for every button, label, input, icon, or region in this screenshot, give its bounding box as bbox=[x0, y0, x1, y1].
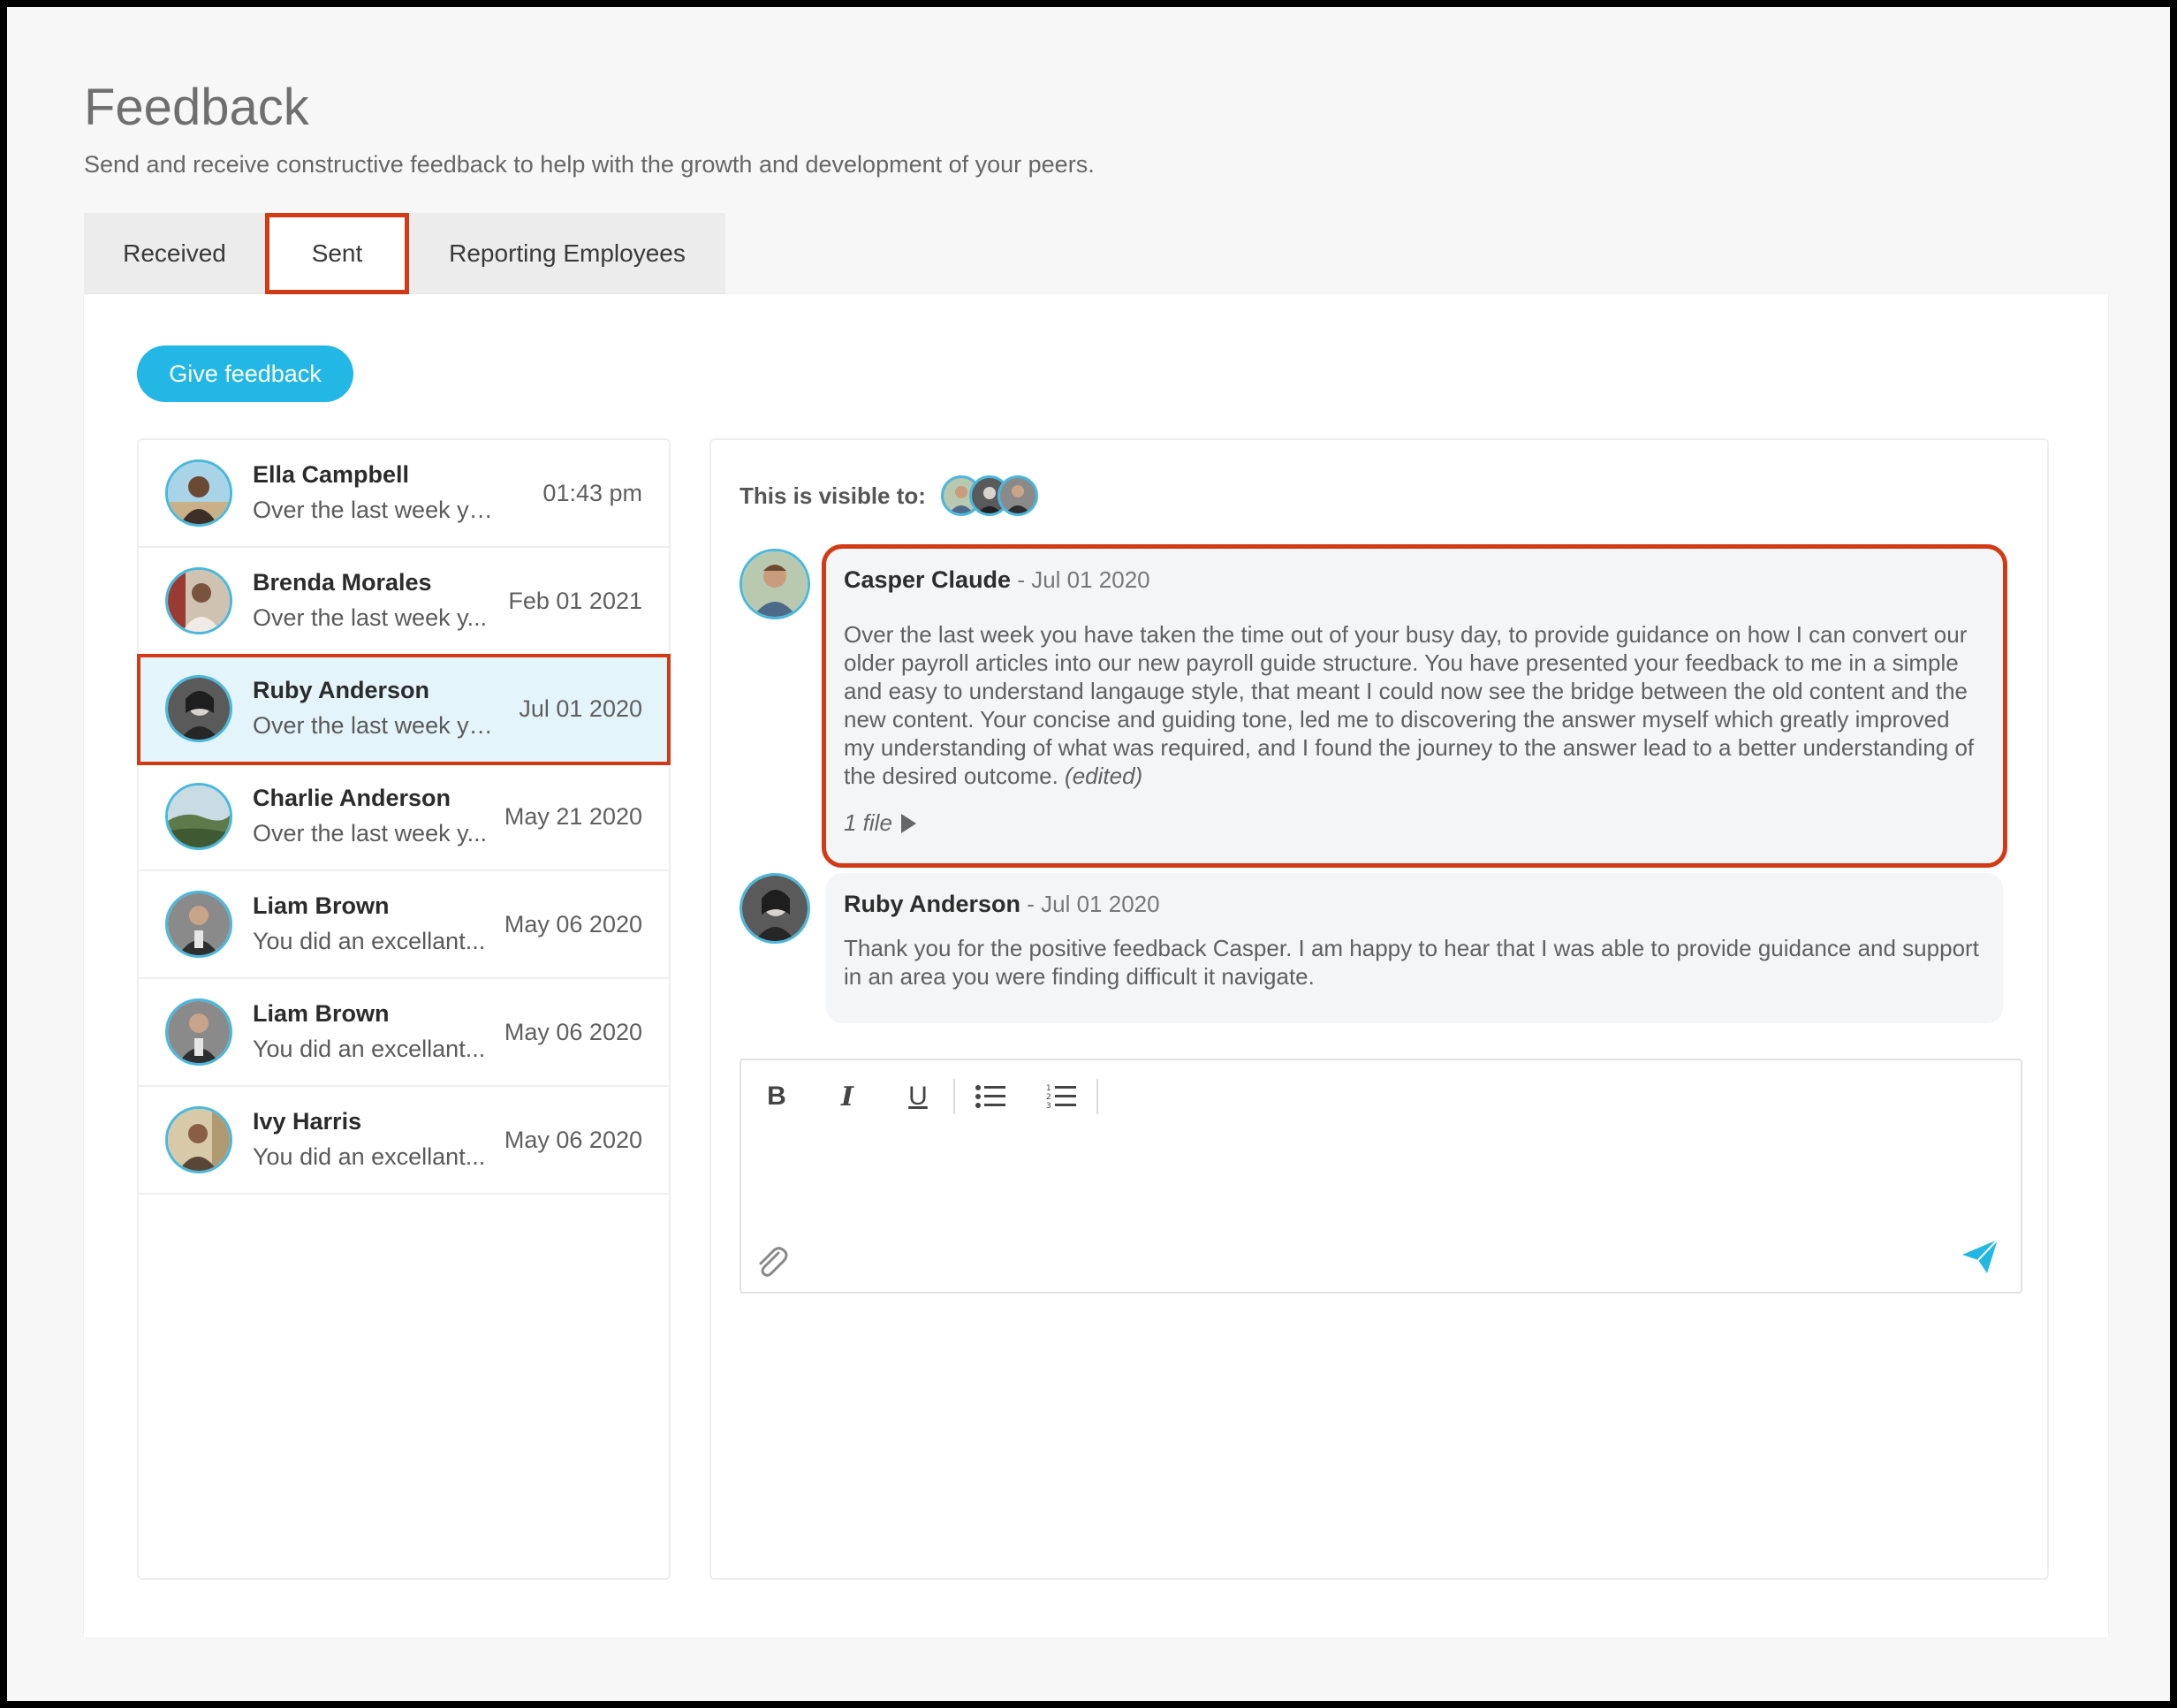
tab-received[interactable]: Received bbox=[84, 213, 265, 294]
numbered-list-icon: 123 bbox=[1046, 1084, 1076, 1110]
list-item-date: 01:43 pm bbox=[542, 480, 642, 506]
list-item-date: May 21 2020 bbox=[504, 803, 642, 830]
avatar bbox=[165, 459, 232, 527]
content-card: Give feedback Ella Campbell Over the las… bbox=[84, 294, 2108, 1637]
italic-button[interactable]: I bbox=[812, 1070, 883, 1123]
reply-editor[interactable]: B I U 123 bbox=[740, 1059, 2022, 1294]
list-item-name: Ruby Anderson bbox=[253, 677, 430, 703]
reply-message: Ruby Anderson - Jul 01 2020 Thank you fo… bbox=[826, 873, 2003, 1023]
list-item[interactable]: Ella Campbell Over the last week you ...… bbox=[139, 440, 669, 548]
files-count: 1 file bbox=[844, 809, 892, 836]
list-item-snippet: Over the last week y... bbox=[253, 604, 488, 631]
list-item-name: Liam Brown bbox=[253, 892, 390, 919]
avatar bbox=[165, 1106, 232, 1173]
play-icon bbox=[900, 813, 916, 833]
visible-to-avatars bbox=[941, 475, 1038, 516]
toolbar-divider bbox=[1096, 1079, 1098, 1114]
avatar bbox=[165, 998, 232, 1066]
list-item[interactable]: Brenda Morales Over the last week y... F… bbox=[139, 548, 669, 656]
avatar bbox=[165, 567, 232, 634]
bulleted-list-button[interactable] bbox=[955, 1070, 1026, 1123]
underline-button[interactable]: U bbox=[883, 1070, 953, 1123]
paperclip-icon[interactable] bbox=[752, 1242, 791, 1281]
attachments-toggle[interactable]: 1 file bbox=[844, 809, 1985, 837]
list-item-date: May 06 2020 bbox=[504, 1019, 642, 1045]
list-item-name: Brenda Morales bbox=[253, 569, 432, 596]
avatar bbox=[740, 873, 810, 944]
give-feedback-button[interactable]: Give feedback bbox=[137, 345, 353, 402]
svg-text:2: 2 bbox=[1046, 1093, 1051, 1102]
list-item-date: Feb 01 2021 bbox=[508, 588, 642, 614]
editor-toolbar: B I U 123 bbox=[741, 1060, 1098, 1133]
list-item-snippet: You did an excellant... bbox=[253, 928, 486, 954]
message-text: Over the last week you have taken the ti… bbox=[844, 621, 1975, 789]
avatar bbox=[165, 675, 232, 742]
page-title: Feedback bbox=[84, 79, 309, 136]
bold-button[interactable]: B bbox=[741, 1070, 812, 1123]
avatar[interactable] bbox=[997, 475, 1038, 516]
list-item-name: Ella Campbell bbox=[253, 461, 410, 488]
avatar bbox=[165, 891, 232, 958]
message-body: Thank you for the positive feedback Casp… bbox=[844, 935, 1979, 990]
numbered-list-button[interactable]: 123 bbox=[1026, 1070, 1096, 1123]
page-subtitle: Send and receive constructive feedback t… bbox=[84, 151, 1095, 178]
feedback-list: Ella Campbell Over the last week you ...… bbox=[137, 438, 671, 1580]
tab-reporting-employees[interactable]: Reporting Employees bbox=[409, 213, 725, 294]
list-item[interactable]: Ivy Harris You did an excellant... May 0… bbox=[139, 1087, 669, 1195]
send-icon[interactable] bbox=[1961, 1237, 1999, 1276]
avatar bbox=[740, 549, 810, 619]
list-item-selected[interactable]: Ruby Anderson Over the last week yo... J… bbox=[137, 654, 671, 765]
list-item[interactable]: Liam Brown You did an excellant... May 0… bbox=[139, 871, 669, 979]
list-item-date: May 06 2020 bbox=[504, 911, 642, 938]
list-item[interactable]: Liam Brown You did an excellant... May 0… bbox=[139, 979, 669, 1087]
list-item-name: Ivy Harris bbox=[253, 1108, 362, 1135]
list-item-snippet: Over the last week yo... bbox=[253, 712, 502, 739]
message-author: Ruby Anderson bbox=[844, 891, 1021, 917]
tab-bar: Received Sent Reporting Employees bbox=[84, 213, 725, 294]
edited-tag: (edited) bbox=[1065, 763, 1143, 789]
list-item-date: Jul 01 2020 bbox=[519, 695, 642, 722]
list-item-snippet: You did an excellant... bbox=[253, 1143, 486, 1170]
message-date: - Jul 01 2020 bbox=[1017, 566, 1150, 593]
list-item-snippet: Over the last week y... bbox=[253, 820, 488, 846]
svg-text:1: 1 bbox=[1046, 1084, 1051, 1093]
list-item-snippet: You did an excellant... bbox=[253, 1036, 486, 1062]
message-header: Ruby Anderson - Jul 01 2020 bbox=[844, 891, 1985, 918]
message-author: Casper Claude bbox=[844, 566, 1012, 593]
list-item-name: Charlie Anderson bbox=[253, 785, 451, 811]
message-body: Over the last week you have taken the ti… bbox=[844, 620, 1985, 790]
message-header: Casper Claude - Jul 01 2020 bbox=[844, 566, 1985, 594]
avatar bbox=[165, 783, 232, 850]
visible-to-label: This is visible to: bbox=[740, 482, 926, 509]
message-date: - Jul 01 2020 bbox=[1027, 891, 1160, 917]
bullet-list-icon bbox=[975, 1085, 1005, 1108]
list-item[interactable]: Charlie Anderson Over the last week y...… bbox=[139, 763, 669, 871]
app-frame: Feedback Send and receive constructive f… bbox=[7, 7, 2170, 1701]
feedback-message: Casper Claude - Jul 01 2020 Over the las… bbox=[822, 544, 2007, 868]
list-item-name: Liam Brown bbox=[253, 1000, 390, 1027]
list-item-snippet: Over the last week you ... bbox=[253, 497, 502, 523]
list-item-date: May 06 2020 bbox=[504, 1127, 642, 1153]
tab-sent[interactable]: Sent bbox=[265, 213, 409, 294]
feedback-detail-panel: This is visible to: Casper Claude - Jul … bbox=[709, 438, 2049, 1580]
svg-text:3: 3 bbox=[1046, 1102, 1051, 1110]
